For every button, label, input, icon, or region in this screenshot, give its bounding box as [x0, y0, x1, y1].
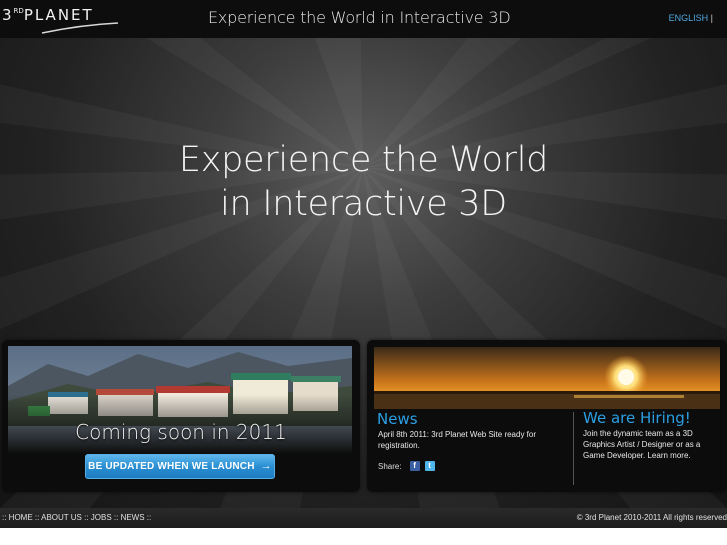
be-updated-button[interactable]: BE UPDATED WHEN WE LAUNCH →: [85, 454, 275, 479]
be-updated-button-label: BE UPDATED WHEN WE LAUNCH: [88, 461, 255, 472]
logo-swoosh-icon: [41, 22, 119, 34]
coming-soon-panel: Coming soon in 2011 BE UPDATED WHEN WE L…: [2, 340, 360, 492]
copyright-text: © 3rd Planet 2010-2011 All rights reserv…: [576, 513, 727, 522]
arrow-right-icon: →: [260, 460, 272, 472]
footer-link-news[interactable]: NEWS: [121, 513, 145, 522]
news-heading: News: [377, 410, 418, 428]
share-row: Share: f t: [378, 461, 435, 471]
hiring-heading[interactable]: We are Hiring!: [583, 409, 691, 427]
hero-section: Experience the World in Interactive 3D C…: [0, 38, 727, 508]
news-hiring-panel: News April 8th 2011: 3rd Planet Web Site…: [367, 340, 727, 492]
news-text: April 8th 2011: 3rd Planet Web Site read…: [378, 430, 537, 450]
top-bar: 3RDPLANET Experience the World in Intera…: [0, 0, 727, 38]
twitter-icon[interactable]: t: [424, 461, 435, 471]
footer-link-jobs[interactable]: JOBS: [91, 513, 112, 522]
hero-headline-line2: in Interactive 3D: [220, 184, 507, 224]
coming-soon-text: Coming soon in 2011: [75, 420, 287, 444]
hiring-text[interactable]: Join the dynamic team as a 3D Graphics A…: [583, 428, 721, 461]
logo[interactable]: 3RDPLANET: [2, 3, 120, 35]
footer: :: HOME :: ABOUT US :: JOBS :: NEWS :: ©…: [0, 508, 727, 528]
sunset-photo: [374, 347, 720, 409]
share-label: Share:: [378, 461, 402, 471]
language-selector[interactable]: ENGLISH |: [669, 13, 713, 23]
hero-headline: Experience the World in Interactive 3D: [0, 138, 727, 226]
footer-link-home[interactable]: HOME: [9, 513, 33, 522]
footer-link-about-us[interactable]: ABOUT US: [41, 513, 82, 522]
footer-nav: :: HOME :: ABOUT US :: JOBS :: NEWS ::: [2, 513, 152, 522]
facebook-icon[interactable]: f: [409, 461, 420, 471]
page-bottom-blank: [0, 528, 727, 545]
panel-divider: [573, 412, 574, 485]
header-tagline: Experience the World in Interactive 3D: [208, 8, 511, 27]
hero-headline-line1: Experience the World: [178, 140, 549, 180]
